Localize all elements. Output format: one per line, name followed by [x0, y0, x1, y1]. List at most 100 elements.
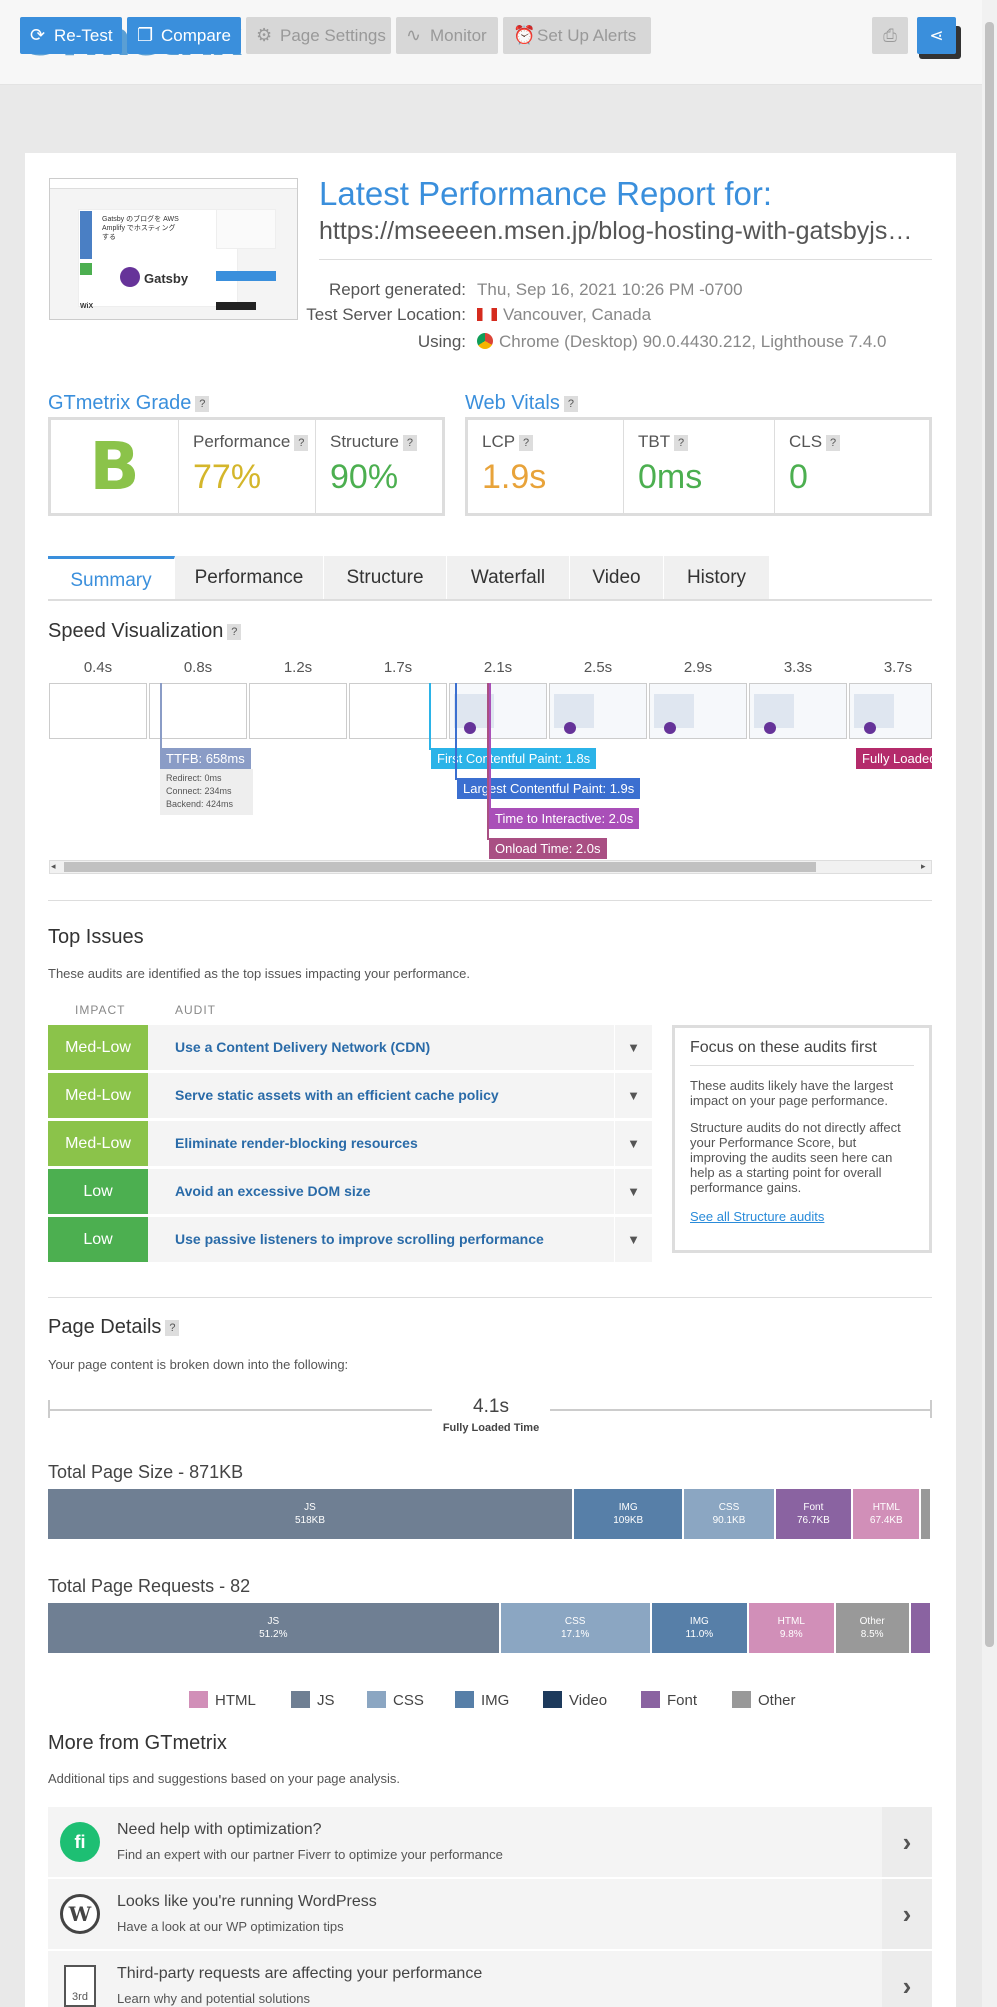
monitor-button[interactable]: ∿ Monitor: [396, 17, 498, 54]
pdf-download-button[interactable]: ⎙: [872, 17, 908, 54]
chevron-down-icon[interactable]: ▼: [614, 1025, 652, 1070]
filmstrip-scrollbar-thumb[interactable]: [64, 862, 816, 872]
tti-marker: [489, 683, 491, 810]
structure-label-text: Structure: [330, 432, 399, 451]
tab-structure[interactable]: Structure: [324, 556, 447, 599]
performance-label-text: Performance: [193, 432, 291, 451]
web-vitals-title-text: Web Vitals: [465, 392, 560, 414]
tab-history[interactable]: History: [664, 556, 770, 599]
top-issues-title: Top Issues: [48, 926, 144, 948]
chevron-down-icon[interactable]: ▼: [614, 1121, 652, 1166]
more-from-gtmetrix-title: More from GTmetrix: [48, 1732, 227, 1754]
tab-summary[interactable]: Summary: [48, 556, 175, 599]
structure-score: Structure? 90%: [315, 420, 442, 513]
suggestion-title: Need help with optimization?: [117, 1821, 322, 1838]
chevron-down-icon[interactable]: ▼: [614, 1169, 652, 1214]
chevron-right-icon[interactable]: ›: [882, 1879, 932, 1949]
segment-name: IMG: [618, 1502, 638, 1513]
pulse-icon: ∿: [406, 25, 422, 45]
timeline-tick: 3.7s: [883, 659, 913, 676]
scroll-left-icon[interactable]: ◂: [51, 861, 56, 872]
lcp-label-text: LCP: [482, 432, 516, 451]
help-icon[interactable]: ?: [165, 1319, 180, 1336]
retest-button[interactable]: ⟳ Re-Test: [20, 17, 122, 54]
suggestion-subtitle: Find an expert with our partner Fiverr t…: [117, 1847, 503, 1862]
page-settings-button[interactable]: ⚙ Page Settings: [246, 17, 391, 54]
share-button[interactable]: ⋖: [917, 17, 956, 54]
audit-label[interactable]: Use a Content Delivery Network (CDN): [175, 1025, 430, 1070]
segment-value: 17.1%: [560, 1629, 590, 1640]
audit-label[interactable]: Serve static assets with an efficient ca…: [175, 1073, 499, 1118]
chevron-down-icon[interactable]: ▼: [614, 1217, 652, 1262]
help-icon[interactable]: ?: [674, 434, 689, 451]
legend-swatch: [543, 1691, 562, 1708]
web-vitals-box: LCP? 1.9s TBT? 0ms CLS? 0: [465, 417, 932, 516]
req-segment: CSS 17.1%: [500, 1603, 652, 1653]
audit-label[interactable]: Use passive listeners to improve scrolli…: [175, 1217, 544, 1262]
legend-swatch: [641, 1691, 660, 1708]
third-party-suggestion[interactable]: 3rd Third-party requests are affecting y…: [48, 1951, 932, 2007]
filmstrip-frame: [249, 683, 347, 739]
test-location-value: Vancouver, Canada: [477, 305, 651, 325]
help-icon[interactable]: ?: [826, 434, 841, 451]
help-icon[interactable]: ?: [195, 395, 210, 412]
segment-name: CSS: [564, 1616, 586, 1627]
scroll-right-icon[interactable]: ▸: [921, 861, 926, 872]
fully-loaded-time-label: Fully Loaded Time: [442, 1422, 540, 1434]
chevron-right-icon[interactable]: ›: [882, 1807, 932, 1877]
chrome-icon: [477, 333, 493, 349]
issue-row[interactable]: Low Avoid an excessive DOM size ▼: [48, 1169, 652, 1214]
audit-label[interactable]: Eliminate render-blocking resources: [175, 1121, 418, 1166]
segment-name: JS: [267, 1616, 280, 1627]
help-icon[interactable]: ?: [227, 623, 242, 640]
onload-marker: [487, 683, 489, 840]
filmstrip-frame: [149, 683, 247, 739]
thumb-logo-text: Gatsby: [144, 271, 189, 286]
cls-value: 0: [789, 458, 808, 496]
cls-label-text: CLS: [789, 432, 823, 451]
lcp-label: LCP?: [482, 432, 623, 452]
help-icon[interactable]: ?: [519, 434, 534, 451]
issue-row[interactable]: Med-Low Eliminate render-blocking resour…: [48, 1121, 652, 1166]
ttfb-marker: [160, 683, 162, 750]
ttfb-backend: Backend: 424ms: [166, 799, 234, 809]
ttfb-breakdown: Redirect: 0ms Connect: 234ms Backend: 42…: [160, 769, 253, 815]
grade-title-text: GTmetrix Grade: [48, 392, 192, 414]
issue-row[interactable]: Med-Low Serve static assets with an effi…: [48, 1073, 652, 1118]
test-location-label: Test Server Location:: [306, 305, 466, 324]
lcp-metric: LCP? 1.9s: [468, 420, 623, 513]
set-up-alerts-button[interactable]: ⏰ Set Up Alerts: [503, 17, 651, 54]
gatsby-logo-icon: [764, 722, 776, 734]
audit-label[interactable]: Avoid an excessive DOM size: [175, 1169, 371, 1214]
fiverr-suggestion[interactable]: fi Need help with optimization? Find an …: [48, 1807, 932, 1877]
see-all-structure-audits-link[interactable]: See all Structure audits: [690, 1209, 914, 1224]
page-scrollbar-thumb[interactable]: [985, 22, 994, 1647]
tab-performance[interactable]: Performance: [175, 556, 324, 599]
fcp-marker: [429, 683, 431, 750]
help-icon[interactable]: ?: [402, 434, 417, 451]
grade-letter: B: [89, 428, 140, 505]
legend-css: CSS: [367, 1691, 424, 1709]
help-icon[interactable]: ?: [563, 395, 578, 412]
tabs-underline: [48, 599, 932, 601]
suggestion-title: Third-party requests are affecting your …: [117, 1965, 483, 1982]
gear-icon: ⚙: [256, 25, 273, 45]
chevron-down-icon[interactable]: ▼: [614, 1073, 652, 1118]
wordpress-suggestion[interactable]: W Looks like you're running WordPress Ha…: [48, 1879, 932, 1949]
issue-row[interactable]: Low Use passive listeners to improve scr…: [48, 1217, 652, 1262]
divider: [319, 259, 932, 260]
tab-waterfall[interactable]: Waterfall: [447, 556, 570, 599]
legend-swatch: [455, 1691, 474, 1708]
compare-button[interactable]: ❐ Compare: [127, 17, 241, 54]
focus-audits-panel: Focus on these audits first These audits…: [672, 1025, 932, 1253]
chevron-right-icon[interactable]: ›: [882, 1951, 932, 2007]
help-icon[interactable]: ?: [294, 434, 309, 451]
tab-video[interactable]: Video: [570, 556, 664, 599]
page-size-bar: JS 518KB IMG 109KB CSS 90.1KB Font 76.7KB HTML 67…: [48, 1489, 932, 1539]
issue-row[interactable]: Med-Low Use a Content Delivery Network (…: [48, 1025, 652, 1070]
audit-column-header: AUDIT: [175, 1003, 216, 1017]
timeline-tick: 1.7s: [383, 659, 413, 676]
segment-value: 11.0%: [685, 1629, 714, 1640]
filmstrip-frame-rendered: [849, 683, 932, 739]
segment-name: CSS: [718, 1502, 740, 1513]
